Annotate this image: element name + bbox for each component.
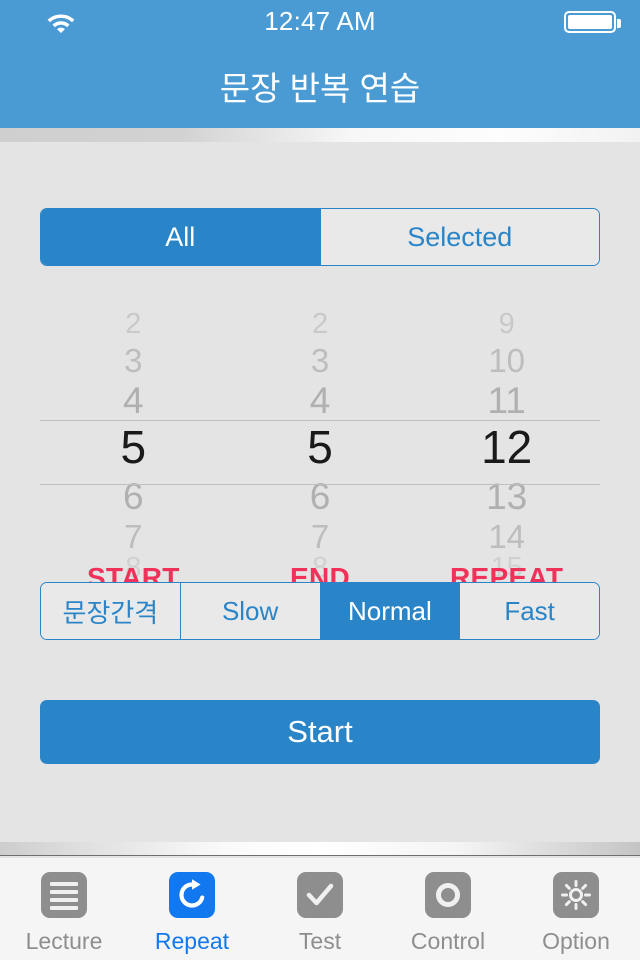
picker-item[interactable]: 7 (227, 520, 414, 553)
picker-selected-value[interactable]: 5 (227, 424, 414, 470)
tab-test[interactable]: Test (256, 858, 384, 960)
picker-item[interactable]: 4 (227, 382, 414, 419)
picker-item[interactable]: 7 (40, 520, 227, 553)
tab-option[interactable]: Option (512, 858, 640, 960)
tab-repeat[interactable]: Repeat (128, 858, 256, 960)
segment-all[interactable]: All (41, 209, 320, 265)
segment-sentence-interval[interactable]: 문장간격 (41, 583, 180, 639)
circle-ring-icon (425, 872, 471, 918)
picker-selected-value[interactable]: 12 (413, 424, 600, 470)
tab-label: Test (298, 928, 342, 954)
navigation-bar: 문장 반복 연습 (0, 40, 640, 128)
picker-item[interactable]: 3 (227, 344, 414, 377)
tabbar-shadow-divider (0, 842, 640, 856)
list-lines-icon (41, 872, 87, 918)
tab-lecture[interactable]: Lecture (0, 858, 128, 960)
picker-column-start[interactable]: 2 3 4 5 6 7 8 (40, 302, 227, 583)
segment-selected[interactable]: Selected (319, 209, 599, 265)
picker-item[interactable]: 10 (413, 344, 600, 377)
picker-selection-line-top (40, 420, 600, 421)
start-button[interactable]: Start (40, 700, 600, 764)
app-screen: 12:47 AM 문장 반복 연습 All Selected 2 3 4 5 6… (0, 0, 640, 960)
speed-segmented-control[interactable]: 문장간격 Slow Normal Fast (40, 582, 600, 640)
status-time: 12:47 AM (264, 6, 376, 36)
tab-control[interactable]: Control (384, 858, 512, 960)
mode-segmented-control[interactable]: All Selected (40, 208, 600, 266)
repeat-circular-arrow-icon (169, 872, 215, 918)
checkmark-icon (297, 872, 343, 918)
picker-item[interactable]: 14 (413, 520, 600, 553)
status-bar: 12:47 AM (0, 0, 640, 40)
picker-item[interactable]: 9 (413, 310, 600, 339)
picker-column-end[interactable]: 2 3 4 5 6 7 8 (227, 302, 414, 583)
segment-normal[interactable]: Normal (319, 583, 460, 639)
picker-item[interactable]: 3 (40, 344, 227, 377)
main-content: All Selected 2 3 4 5 6 7 8 2 3 4 5 6 7 8 (0, 142, 640, 842)
picker-column-repeat[interactable]: 9 10 11 12 13 14 15 (413, 302, 600, 583)
picker-item[interactable]: 4 (40, 382, 227, 419)
tab-label: Option (542, 928, 610, 954)
tab-bar: Lecture Repeat Test Control Option (0, 858, 640, 960)
segment-fast[interactable]: Fast (459, 583, 599, 639)
battery-full-icon (564, 11, 621, 33)
navbar-shadow-divider (0, 128, 640, 142)
picker-item[interactable]: 2 (40, 310, 227, 339)
picker-item[interactable]: 2 (227, 310, 414, 339)
tab-label: Control (410, 928, 486, 954)
tab-label: Repeat (154, 928, 230, 954)
gear-icon (553, 872, 599, 918)
page-title: 문장 반복 연습 (219, 70, 421, 107)
segment-slow[interactable]: Slow (179, 583, 320, 639)
picker-selected-value[interactable]: 5 (40, 424, 227, 470)
range-picker[interactable]: 2 3 4 5 6 7 8 2 3 4 5 6 7 8 9 10 11 12 1… (40, 302, 600, 583)
tab-label: Lecture (25, 928, 103, 954)
picker-item[interactable]: 11 (413, 382, 600, 419)
picker-selection-line-bottom (40, 484, 600, 485)
